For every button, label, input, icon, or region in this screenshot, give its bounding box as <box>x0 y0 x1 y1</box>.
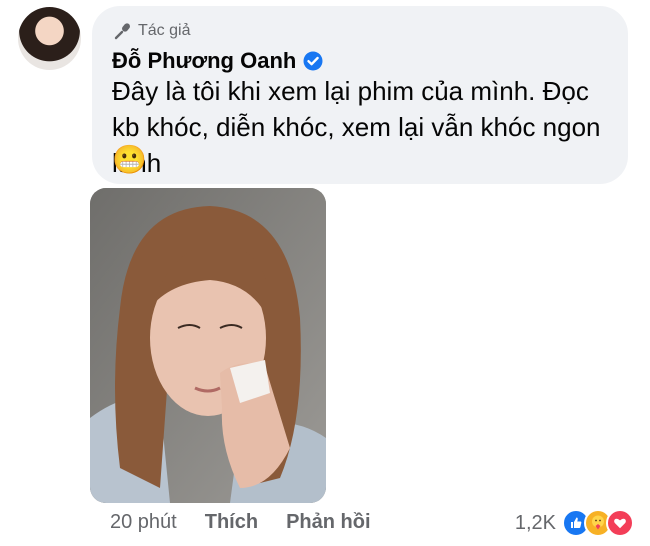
comment-timestamp[interactable]: 20 phút <box>110 511 177 534</box>
reply-button[interactable]: Phản hồi <box>286 511 370 534</box>
comment-photo[interactable] <box>90 188 326 503</box>
reaction-count[interactable]: 1,2K <box>515 512 556 535</box>
author-name[interactable]: Đỗ Phương Oanh <box>112 48 296 74</box>
microphone-icon <box>114 22 132 40</box>
author-badge: Tác giả <box>114 22 190 40</box>
comment-actions: 20 phút Thích Phản hồi <box>110 511 371 534</box>
reactions-summary[interactable]: 1,2K <box>515 509 634 537</box>
like-button[interactable]: Thích <box>205 511 258 534</box>
comment-bubble: Tác giả Đỗ Phương Oanh Đây là tôi khi xe… <box>92 6 628 184</box>
author-avatar[interactable] <box>18 7 81 70</box>
love-reaction-icon <box>606 509 634 537</box>
author-badge-label: Tác giả <box>138 22 191 39</box>
grimacing-emoji: 😬 <box>112 144 147 175</box>
comment-text: Đây là tôi khi xem lại phim của mình. Đọ… <box>112 76 601 178</box>
verified-badge-icon <box>303 51 323 71</box>
